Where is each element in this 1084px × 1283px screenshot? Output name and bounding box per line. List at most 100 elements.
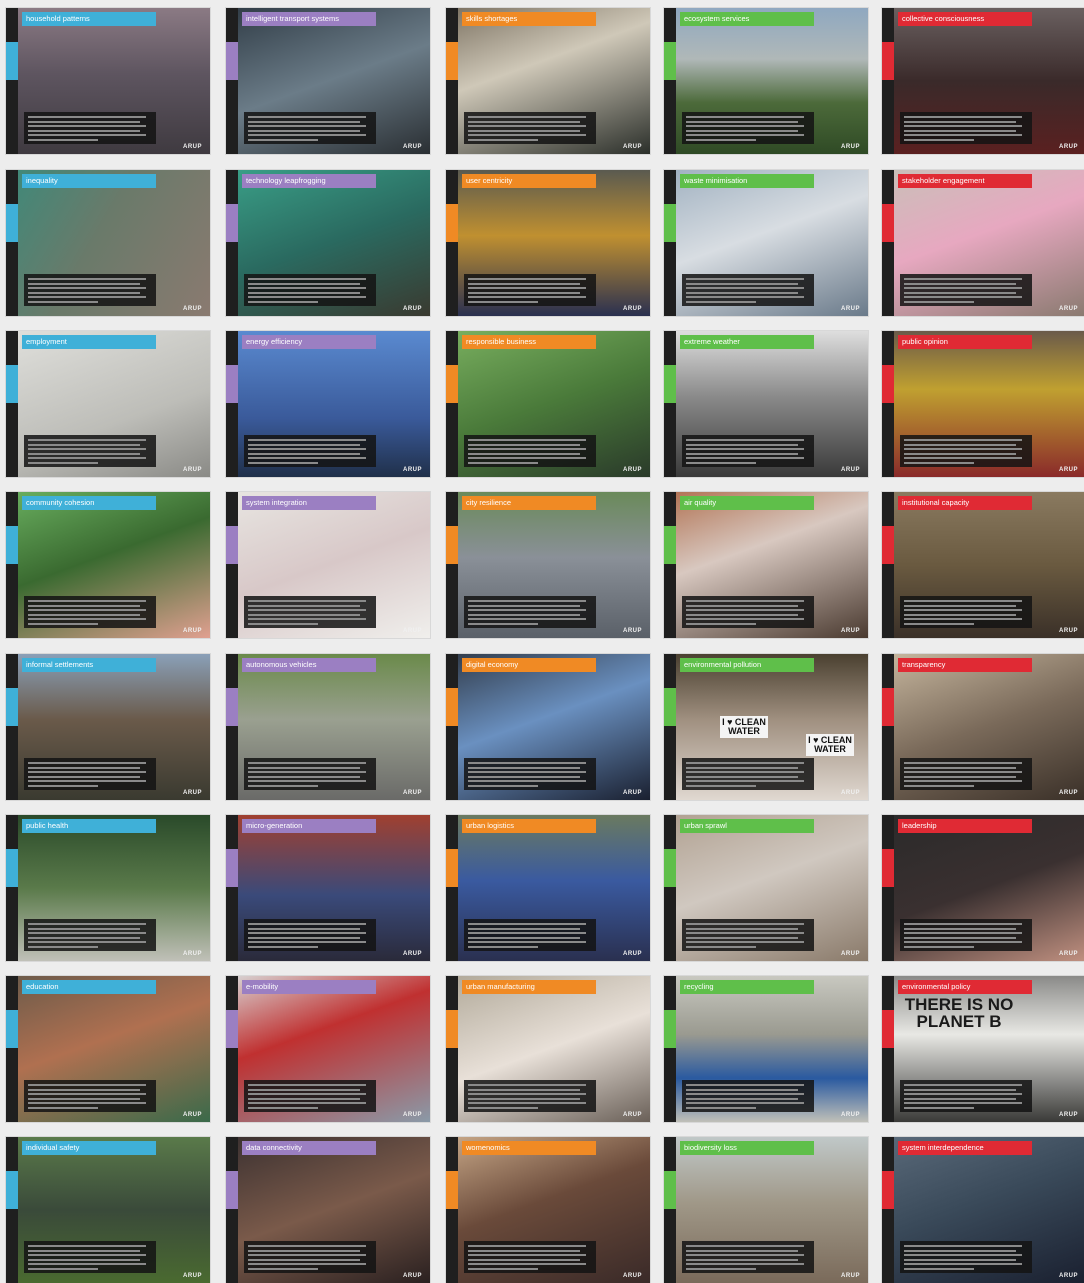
card-title: extreme weather [680,335,814,349]
text-line [468,452,580,455]
card-description [24,1080,156,1112]
card-responsible-business[interactable]: responsible business ARUP [446,331,650,477]
text-line [28,296,146,298]
text-line [248,771,366,773]
card-technology-leapfrogging[interactable]: technology leapfrogging ARUP [226,170,430,316]
text-line [248,1258,360,1261]
text-line [904,945,974,948]
card-public-opinion[interactable]: public opinion ARUP [882,331,1084,477]
text-line [904,448,1022,450]
card-description [900,919,1032,951]
text-line [468,134,586,136]
card-stakeholder-engagement[interactable]: stakeholder engagement ARUP [882,170,1084,316]
text-line [468,622,538,625]
card-title: inequality [22,174,156,188]
text-line [686,439,804,441]
text-line [28,945,98,948]
text-line [468,1093,586,1095]
card-title: public opinion [898,335,1032,349]
card-city-resilience[interactable]: city resilience ARUP [446,492,650,638]
text-line [686,1106,756,1109]
text-line [28,923,146,925]
card-air-quality[interactable]: air quality ARUP [664,492,868,638]
card-waste-minimisation[interactable]: waste minimisation ARUP [664,170,868,316]
text-line [28,1249,140,1252]
text-line [248,941,366,943]
card-community-cohesion[interactable]: community cohesion ARUP [6,492,210,638]
text-line [904,461,974,464]
text-line [904,1097,1016,1100]
card-urban-manufacturing[interactable]: urban manufacturing ARUP [446,976,650,1122]
card-intelligent-transport-systems[interactable]: intelligent transport systems ARUP [226,8,430,154]
card-user-centricity[interactable]: user centricity ARUP [446,170,650,316]
card-employment[interactable]: employment ARUP [6,331,210,477]
card-womenomics[interactable]: womenomics ARUP [446,1137,650,1283]
card-side-strip [882,654,894,800]
card-household-patterns[interactable]: household patterns ARUP [6,8,210,154]
card-description [682,274,814,306]
text-line [248,1106,318,1109]
card-inequality[interactable]: inequality ARUP [6,170,210,316]
card-description [682,596,814,628]
text-line [248,296,366,298]
card-side-accent [882,204,894,242]
card-digital-economy[interactable]: digital economy ARUP [446,654,650,800]
card-collective-consciousness[interactable]: collective consciousness ARUP [882,8,1084,154]
card-side-strip [664,492,676,638]
card-title: data connectivity [242,1141,376,1155]
card-description [900,596,1032,628]
card-education[interactable]: education ARUP [6,976,210,1122]
text-line [248,291,360,294]
text-line [28,1088,140,1091]
card-title: individual safety [22,1141,156,1155]
text-line [468,300,538,303]
card-individual-safety[interactable]: individual safety ARUP [6,1137,210,1283]
text-line [686,287,804,289]
card-environmental-pollution[interactable]: environmental pollution ARUP I ♥ CLEAN WAT… [664,654,868,800]
text-line [248,775,360,778]
text-line [904,766,1016,769]
card-recycling[interactable]: recycling ARUP [664,976,868,1122]
card-side-accent [664,42,676,80]
text-line [248,125,366,127]
card-energy-efficiency[interactable]: energy efficiency ARUP [226,331,430,477]
card-side-accent [882,688,894,726]
card-side-accent [664,1171,676,1209]
text-line [28,452,140,455]
text-line [686,766,798,769]
text-line [904,927,1016,930]
card-skills-shortages[interactable]: skills shortages ARUP [446,8,650,154]
card-leadership[interactable]: leadership ARUP [882,815,1084,961]
card-environmental-policy[interactable]: environmental policy ARUP THERE IS NO PLAN… [882,976,1084,1122]
text-line [686,762,804,764]
card-system-interdependence[interactable]: system interdependence ARUP [882,1137,1084,1283]
card-micro-generation[interactable]: micro-generation ARUP [226,815,430,961]
card-side-strip [882,1137,894,1283]
card-title: recycling [680,980,814,994]
card-side-strip [6,8,18,154]
card-autonomous-vehicles[interactable]: autonomous vehicles ARUP [226,654,430,800]
card-side-strip [446,8,458,154]
card-side-accent [664,688,676,726]
card-transparency[interactable]: transparency ARUP [882,654,1084,800]
text-line [904,1245,1022,1247]
card-system-integration[interactable]: system integration ARUP [226,492,430,638]
card-public-health[interactable]: public health ARUP [6,815,210,961]
card-description [24,919,156,951]
text-line [248,1097,360,1100]
card-urban-logistics[interactable]: urban logistics ARUP [446,815,650,961]
arup-logo: ARUP [622,790,642,796]
card-institutional-capacity[interactable]: institutional capacity ARUP [882,492,1084,638]
card-data-connectivity[interactable]: data connectivity ARUP [226,1137,430,1283]
card-side-strip [446,492,458,638]
text-line [468,1102,586,1104]
card-informal-settlements[interactable]: informal settlements ARUP [6,654,210,800]
card-e-mobility[interactable]: e-mobility ARUP [226,976,430,1122]
card-ecosystem-services[interactable]: ecosystem services ARUP [664,8,868,154]
text-line [28,941,146,943]
text-line [468,1267,538,1270]
text-line [28,278,146,280]
card-extreme-weather[interactable]: extreme weather ARUP [664,331,868,477]
card-urban-sprawl[interactable]: urban sprawl ARUP [664,815,868,961]
card-biodiversity-loss[interactable]: biodiversity loss ARUP [664,1137,868,1283]
